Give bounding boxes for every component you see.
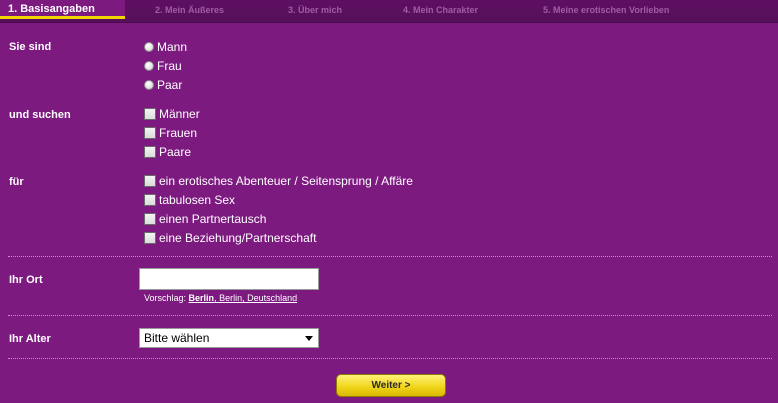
checkbox-option-tabulosen-sex[interactable]: tabulosen Sex [144,193,235,207]
checkbox-option-frauen[interactable]: Frauen [144,126,197,140]
ort-label: Ihr Ort [9,274,43,286]
step-5-vorlieben[interactable]: 5. Meine erotischen Vorlieben [543,5,669,15]
step-4-charakter[interactable]: 4. Mein Charakter [403,5,478,15]
checkbox-label: einen Partnertausch [159,212,267,226]
registration-form: 1. Basisangaben 2. Mein Äußeres 3. Über … [0,0,778,403]
fuer-label: für [9,176,24,188]
radio-option-mann[interactable]: Mann [144,40,187,54]
alter-select[interactable]: Bitte wählen [139,328,319,348]
checkbox-option-maenner[interactable]: Männer [144,107,200,121]
radio-label: Paar [157,78,183,92]
suggestion-prefix: Vorschlag: [144,293,187,303]
checkbox-label: Männer [159,107,200,121]
radio-button[interactable] [144,42,154,52]
checkbox-option-partnertausch[interactable]: einen Partnertausch [144,212,266,226]
radio-option-frau[interactable]: Frau [144,59,182,73]
radio-option-paar[interactable]: Paar [144,78,182,92]
chevron-down-icon [305,336,313,341]
und-suchen-label: und suchen [9,109,71,121]
step-3-ueber-mich[interactable]: 3. Über mich [288,5,342,15]
step-2-aeusseres[interactable]: 2. Mein Äußeres [155,5,224,15]
checkbox-label: tabulosen Sex [159,193,236,207]
step-bar: 1. Basisangaben 2. Mein Äußeres 3. Über … [0,0,778,23]
suggestion-city: Berlin [188,293,215,303]
radio-label: Mann [157,40,188,54]
sie-sind-label: Sie sind [9,41,52,53]
radio-button[interactable] [144,61,154,71]
section-divider [8,358,772,359]
checkbox[interactable] [144,175,156,187]
suggestion-region: , Berlin, Deutschland [214,293,298,303]
checkbox-option-abenteuer[interactable]: ein erotisches Abenteuer / Seitensprung … [144,174,413,188]
checkbox[interactable] [144,108,156,120]
checkbox-label: ein erotisches Abenteuer / Seitensprung … [159,174,413,188]
radio-button[interactable] [144,80,154,90]
checkbox[interactable] [144,194,156,206]
ort-suggestion: Vorschlag: Berlin, Berlin, Deutschland [144,293,297,303]
radio-label: Frau [157,59,182,73]
checkbox[interactable] [144,146,156,158]
alter-select-value: Bitte wählen [144,331,210,345]
suggestion-link[interactable]: Berlin, Berlin, Deutschland [189,293,298,303]
step-1-basisangaben[interactable]: 1. Basisangaben [0,0,125,19]
ort-input[interactable] [139,268,319,290]
checkbox-label: Paare [159,145,192,159]
weiter-button[interactable]: Weiter > [336,374,446,397]
checkbox-option-paare[interactable]: Paare [144,145,191,159]
checkbox-label: Frauen [159,126,198,140]
checkbox-label: eine Beziehung/Partnerschaft [159,231,317,245]
checkbox[interactable] [144,213,156,225]
checkbox[interactable] [144,127,156,139]
section-divider [8,315,772,316]
alter-label: Ihr Alter [9,333,51,345]
section-divider [8,256,772,257]
checkbox-option-beziehung[interactable]: eine Beziehung/Partnerschaft [144,231,316,245]
checkbox[interactable] [144,232,156,244]
